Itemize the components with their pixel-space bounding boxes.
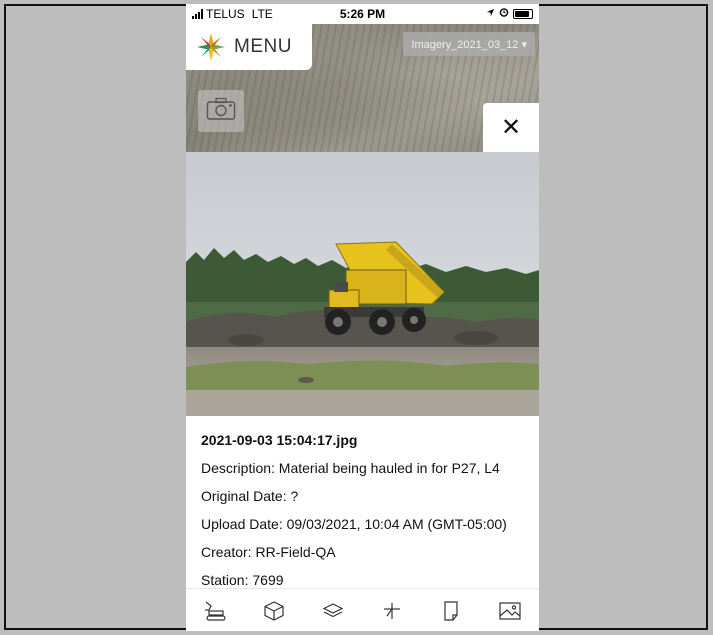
- menu-button[interactable]: MENU: [186, 24, 312, 70]
- bottom-toolbar: [186, 588, 539, 631]
- photo-details-panel: 2021-09-03 15:04:17.jpg Description: Mat…: [186, 416, 539, 588]
- measure-icon[interactable]: [378, 597, 406, 625]
- photo-creator: Creator: RR-Field-QA: [201, 544, 336, 560]
- status-bar: TELUS LTE 5:26 PM: [186, 4, 539, 24]
- logo-icon: [196, 32, 226, 62]
- image-icon[interactable]: [496, 597, 524, 625]
- photo-station: Station: 7699: [201, 572, 284, 588]
- photo-filename: 2021-09-03 15:04:17.jpg: [201, 432, 358, 448]
- status-icons: [486, 7, 533, 20]
- site-photo: [186, 152, 539, 416]
- photo-upload-date: Upload Date: 09/03/2021, 10:04 AM (GMT-0…: [201, 516, 507, 532]
- close-button[interactable]: ✕: [483, 103, 539, 152]
- box-3d-icon[interactable]: [260, 597, 288, 625]
- alarm-icon: [499, 7, 509, 20]
- camera-button[interactable]: [198, 90, 244, 132]
- phone-screen: TELUS LTE 5:26 PM MENU Imagery_2021_03_1…: [186, 4, 539, 631]
- photo-description: Description: Material being hauled in fo…: [201, 460, 500, 476]
- photo-original-date: Original Date: ?: [201, 488, 299, 504]
- battery-icon: [513, 8, 533, 19]
- note-icon[interactable]: [437, 597, 465, 625]
- menu-label: MENU: [234, 36, 292, 57]
- camera-icon: [206, 97, 236, 126]
- location-arrow-icon: [486, 8, 495, 20]
- layers-icon[interactable]: [319, 597, 347, 625]
- excavator-icon[interactable]: [201, 597, 229, 625]
- imagery-dropdown[interactable]: Imagery_2021_03_12 ▾: [403, 32, 535, 56]
